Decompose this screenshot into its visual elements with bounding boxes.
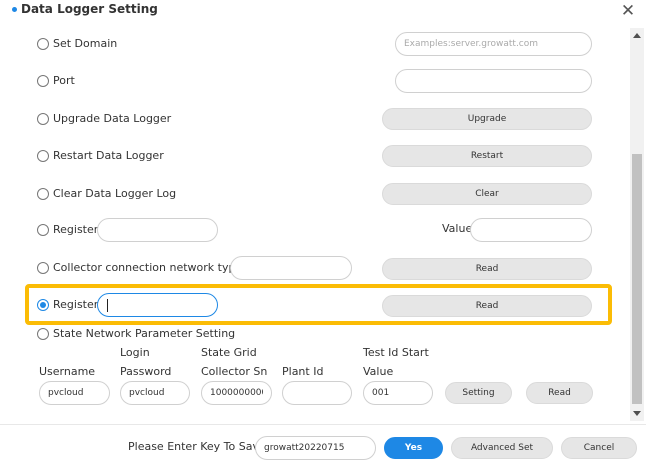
register-read-label: Register [53,298,99,311]
set-domain-label: Set Domain [53,37,118,50]
login-header-line1: Login [120,346,150,359]
dialog-title: Data Logger Setting [21,2,158,16]
key-input[interactable] [255,436,376,460]
register-write-label: Register [53,223,99,236]
clear-button[interactable]: Clear [382,183,592,205]
setting-button[interactable]: Setting [445,382,512,404]
register-write-input[interactable] [97,218,218,242]
plant-id-header: Plant Id [282,365,324,378]
register-read-button[interactable]: Read [382,295,592,317]
restart-data-logger-label: Restart Data Logger [53,149,164,162]
plant-id-input[interactable] [282,381,352,405]
collector-network-type-label: Collector connection network type [53,261,243,274]
yes-button[interactable]: Yes [384,437,443,459]
radio-collector-network-type[interactable] [37,262,49,274]
advanced-set-button[interactable]: Advanced Set [451,437,553,459]
title-dot-icon [12,7,17,12]
key-label: Please Enter Key To Save [128,440,266,453]
vertical-scrollbar[interactable] [630,28,644,421]
close-icon[interactable]: ✕ [619,2,637,20]
radio-upgrade-data-logger[interactable] [37,113,49,125]
state-network-parameter-label: State Network Parameter Setting [53,327,236,340]
username-input[interactable] [39,381,110,405]
password-header: Password [120,365,172,378]
radio-clear-data-logger-log[interactable] [37,188,49,200]
test-id-header-line1: Test Id Start [363,346,429,359]
radio-restart-data-logger[interactable] [37,150,49,162]
test-id-input[interactable] [363,381,433,405]
port-label: Port [53,74,75,87]
scroll-down-arrow-icon[interactable] [633,411,641,416]
register-read-input[interactable] [97,293,218,317]
radio-register-read[interactable] [37,299,49,311]
upgrade-data-logger-label: Upgrade Data Logger [53,112,172,125]
radio-port[interactable] [37,75,49,87]
upgrade-button[interactable]: Upgrade [382,108,592,130]
state-network-read-button[interactable]: Read [526,382,593,404]
radio-set-domain[interactable] [37,38,49,50]
footer-divider [0,424,646,425]
collector-network-type-input[interactable] [230,256,352,280]
domain-input[interactable] [395,32,592,56]
text-cursor [107,299,108,312]
state-grid-header-line1: State Grid [201,346,257,359]
username-header: Username [39,365,96,378]
value-input[interactable] [470,218,592,242]
value-label: Value [442,222,473,235]
clear-data-logger-log-label: Clear Data Logger Log [53,187,177,200]
collector-sn-input[interactable] [201,381,272,405]
test-id-header: Value [363,365,394,378]
collector-sn-header: Collector Sn [201,365,268,378]
scroll-thumb[interactable] [632,154,642,404]
restart-button[interactable]: Restart [382,145,592,167]
cancel-button[interactable]: Cancel [561,437,637,459]
collector-network-read-button[interactable]: Read [382,258,592,280]
scroll-up-arrow-icon[interactable] [633,33,641,38]
radio-register-write[interactable] [37,224,49,236]
dialog-title-bar: Data Logger Setting ✕ [0,0,646,22]
password-input[interactable] [120,381,190,405]
port-input[interactable] [395,69,592,93]
radio-state-network-parameter[interactable] [37,328,49,340]
